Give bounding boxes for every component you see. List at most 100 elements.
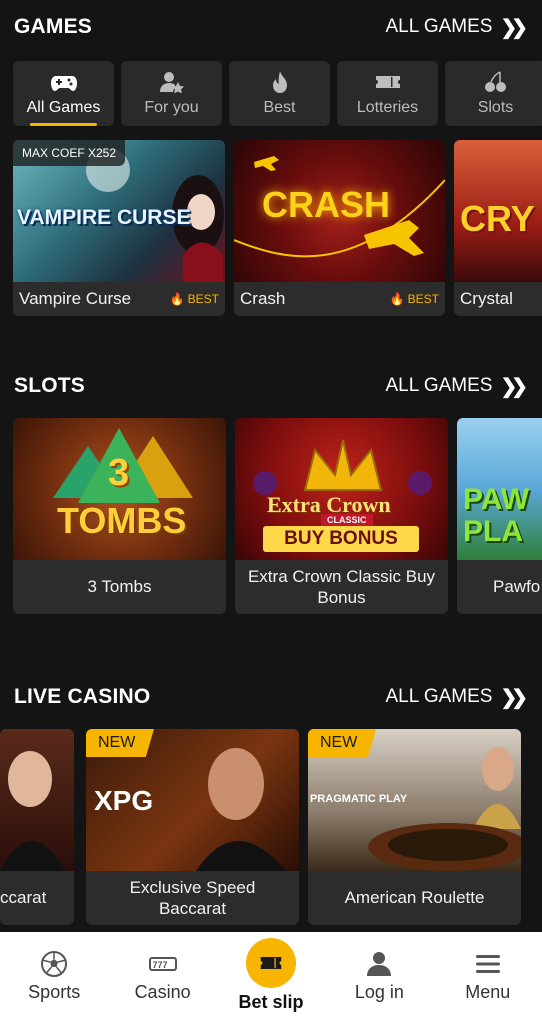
- casino-page: GAMES ALL GAMES ❯❯ All Games For you Bes…: [0, 0, 542, 1024]
- flame-icon: 🔥: [389, 292, 405, 306]
- nav-sports[interactable]: Sports: [4, 950, 104, 1003]
- game-name: Crash: [240, 289, 286, 308]
- slot-name: Extra Crown Classic Buy Bonus: [247, 567, 436, 607]
- slot-777-icon: 777: [148, 957, 177, 971]
- live-title-bar: ccarat: [0, 871, 74, 925]
- nav-label: Casino: [134, 982, 191, 1002]
- all-games-label: ALL GAMES: [385, 375, 493, 396]
- live-logo: PRAGMATIC PLAY: [310, 793, 408, 805]
- slot-title-bar: Extra Crown Classic Buy Bonus: [235, 560, 448, 614]
- tab-lotteries[interactable]: Lotteries: [337, 61, 438, 126]
- tab-label: Lotteries: [356, 98, 419, 116]
- ticket-icon: [260, 957, 282, 969]
- slot-thumbnail: PAW PLA: [457, 418, 542, 560]
- tab-label: For you: [144, 98, 199, 116]
- live-thumbnail: [0, 729, 74, 871]
- game-card[interactable]: VAMPIRE CURSE MAX COEF X252 Vampire Curs…: [13, 140, 225, 316]
- games-title: GAMES: [14, 15, 93, 38]
- soccer-ball-icon: [41, 951, 68, 977]
- nav-menu[interactable]: Menu: [438, 950, 538, 1003]
- live-row: ccarat NEW XPG Exclusive Speed Baccarat: [0, 729, 521, 925]
- live-thumbnail: NEW PRAGMATIC PLAY: [308, 729, 521, 871]
- live-name: Exclusive Speed Baccarat: [129, 878, 256, 918]
- slot-thumbnail: 3 TOMBS: [13, 418, 226, 560]
- slot-logo-number: 3: [108, 452, 130, 494]
- all-games-label: ALL GAMES: [385, 16, 493, 37]
- slot-logo: TOMBS: [57, 500, 187, 541]
- slot-logo-sub: CLASSIC: [321, 514, 373, 526]
- slot-title-bar: 3 Tombs: [13, 560, 226, 614]
- max-coef-badge: MAX COEF X252: [13, 140, 126, 166]
- flame-icon: [272, 70, 287, 93]
- game-card[interactable]: CRASH Crash 🔥 BEST: [234, 140, 445, 316]
- best-tag: 🔥 BEST: [170, 292, 219, 306]
- game-card[interactable]: CRY Crystal: [454, 140, 542, 316]
- game-name: Vampire Curse: [19, 289, 132, 308]
- game-title-bar: Crash 🔥 BEST: [234, 282, 445, 316]
- game-logo: CRY: [460, 198, 535, 239]
- live-card[interactable]: NEW XPG Exclusive Speed Baccarat: [86, 729, 299, 925]
- nav-label: Menu: [465, 982, 511, 1002]
- bet-slip-circle: [245, 938, 296, 988]
- slots-header: SLOTS ALL GAMES ❯❯: [0, 366, 542, 406]
- cherry-icon: [484, 70, 506, 92]
- slot-card[interactable]: 3 TOMBS 3 Tombs: [13, 418, 226, 614]
- live-thumbnail: NEW XPG: [86, 729, 299, 871]
- live-casino-header: LIVE CASINO ALL GAMES ❯❯: [0, 677, 542, 717]
- tab-for-you[interactable]: For you: [121, 61, 222, 126]
- live-card[interactable]: NEW PRAGMATIC PLAY American Roulette: [308, 729, 521, 925]
- slot-logo: PAW PLA: [463, 483, 530, 548]
- tab-best[interactable]: Best: [229, 61, 330, 126]
- games-all-games-link[interactable]: ALL GAMES ❯❯: [385, 15, 528, 40]
- game-title-bar: Crystal: [454, 282, 542, 316]
- slot-title-bar: Pawfo: [457, 560, 542, 614]
- slot-card[interactable]: Extra Crown CLASSIC BUY BONUS Extra Crow…: [235, 418, 448, 614]
- live-card[interactable]: ccarat: [0, 729, 74, 925]
- live-all-games-link[interactable]: ALL GAMES ❯❯: [385, 685, 528, 710]
- tab-label: All Games: [26, 98, 101, 116]
- tab-label: Best: [263, 98, 296, 116]
- bottom-nav: Sports 777 Casino Bet slip Log in Menu: [0, 932, 542, 1024]
- double-chevron-right-icon: ❯❯: [500, 16, 527, 39]
- new-badge: NEW: [86, 729, 154, 757]
- game-name: Crystal: [460, 289, 513, 308]
- game-thumbnail: CRY: [454, 140, 542, 282]
- double-chevron-right-icon: ❯❯: [500, 686, 527, 709]
- slots-title: SLOTS: [14, 374, 86, 397]
- new-badge: NEW: [308, 729, 376, 757]
- game-logo: VAMPIRE CURSE: [17, 206, 191, 229]
- live-title-bar: American Roulette: [308, 871, 521, 925]
- nav-label: Log in: [354, 982, 404, 1002]
- nav-casino[interactable]: 777 Casino: [113, 950, 213, 1003]
- game-thumbnail: VAMPIRE CURSE MAX COEF X252: [13, 140, 225, 282]
- games-row: VAMPIRE CURSE MAX COEF X252 Vampire Curs…: [13, 140, 542, 316]
- nav-label: Sports: [28, 982, 81, 1002]
- gamepad-icon: [50, 75, 77, 91]
- all-games-label: ALL GAMES: [385, 686, 493, 707]
- game-thumbnail: CRASH: [234, 140, 445, 282]
- best-tag-label: BEST: [407, 292, 439, 306]
- ticket-icon: [375, 75, 400, 88]
- game-logo: CRASH: [262, 184, 391, 225]
- svg-text:777: 777: [152, 960, 167, 970]
- live-name: ccarat: [0, 888, 47, 907]
- nav-log-in[interactable]: Log in: [329, 950, 429, 1003]
- category-tabs: All Games For you Best Lotteries Slots: [13, 61, 542, 126]
- nav-bet-slip[interactable]: Bet slip: [221, 938, 321, 1013]
- best-tag: 🔥 BEST: [390, 292, 439, 306]
- slot-name: Pawfo: [493, 577, 541, 596]
- tab-slots[interactable]: Slots: [445, 61, 542, 126]
- best-tag-label: BEST: [187, 292, 219, 306]
- games-header: GAMES ALL GAMES ❯❯: [0, 7, 542, 47]
- tab-all-games[interactable]: All Games: [13, 61, 114, 126]
- nav-label: Bet slip: [238, 992, 304, 1012]
- live-name: American Roulette: [344, 888, 485, 907]
- dealer-art: [0, 751, 66, 871]
- user-star-icon: [159, 71, 184, 93]
- user-icon: [367, 952, 392, 976]
- double-chevron-right-icon: ❯❯: [500, 375, 527, 398]
- slot-card[interactable]: PAW PLA Pawfo: [457, 418, 542, 614]
- live-logo: XPG: [94, 785, 154, 816]
- slots-all-games-link[interactable]: ALL GAMES ❯❯: [385, 374, 528, 399]
- slot-thumbnail: Extra Crown CLASSIC BUY BONUS: [235, 418, 448, 560]
